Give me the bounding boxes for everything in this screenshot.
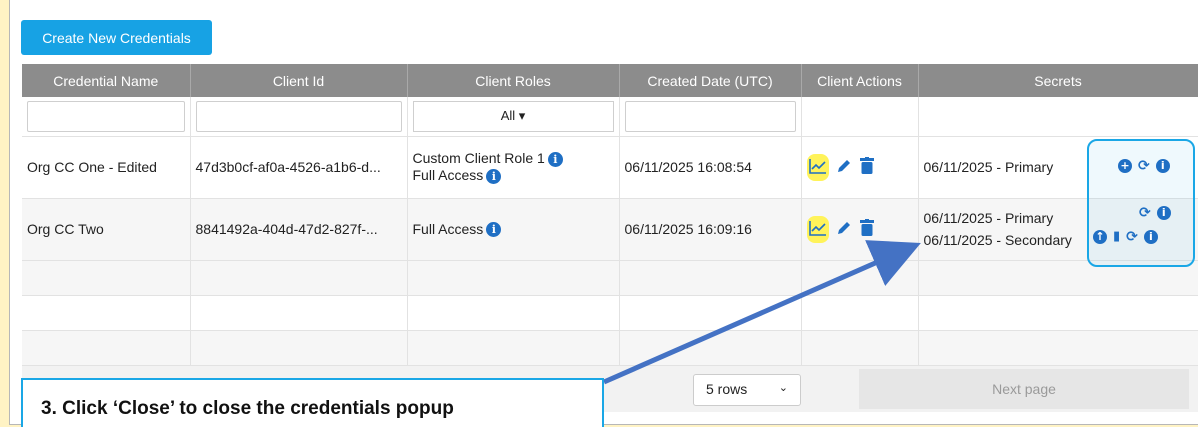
secret-label: 06/11/2025 - Secondary: [923, 232, 1072, 248]
table-row: Org CC One - Edited 47d3b0cf-af0a-4526-a…: [22, 136, 1198, 199]
client-id-cell: 47d3b0cf-af0a-4526-a1b6-d...: [190, 136, 408, 199]
filter-row: All ▾: [22, 97, 1198, 137]
edit-pencil-icon[interactable]: [836, 220, 852, 239]
secret-label: 06/11/2025 - Primary: [923, 159, 1054, 175]
empty-row: [22, 260, 1198, 296]
header-client-id[interactable]: Client Id: [190, 64, 408, 97]
roles-filter-value: All: [500, 108, 516, 124]
header-created-date[interactable]: Created Date (UTC): [619, 64, 802, 97]
table-header-row: Credential Name Client Id Client Roles C…: [22, 64, 1198, 97]
credential-name-cell: Org CC One - Edited: [22, 136, 191, 199]
edit-pencil-icon[interactable]: [836, 158, 852, 177]
refresh-icon[interactable]: ⟳: [1138, 158, 1150, 174]
info-icon[interactable]: i: [1143, 229, 1158, 244]
client-id-cell: 8841492a-404d-47d2-827f-...: [190, 198, 408, 261]
credentials-table: Credential Name Client Id Client Roles C…: [22, 64, 1198, 366]
delete-trash-icon[interactable]: [860, 219, 875, 239]
refresh-icon[interactable]: ⟳: [1126, 229, 1138, 245]
next-page-button[interactable]: Next page: [859, 369, 1189, 409]
header-client-actions: Client Actions: [801, 64, 919, 97]
role-label: Full Access: [412, 220, 484, 237]
callout-text: 3. Click ‘Close’ to close the credential…: [41, 398, 454, 419]
upgrade-secret-icon[interactable]: ↑: [1093, 229, 1107, 244]
chart-icon[interactable]: [806, 153, 829, 181]
info-icon[interactable]: i: [547, 151, 563, 167]
created-date-cell: 06/11/2025 16:09:16: [619, 198, 802, 261]
client-roles-cell: Custom Client Role 1i Full Access i: [407, 136, 620, 199]
secret-label: 06/11/2025 - Primary: [923, 210, 1054, 226]
client-actions-cell: [801, 198, 919, 261]
secret-actions-row1: + ⟳ i: [1112, 157, 1170, 175]
info-icon[interactable]: i: [486, 168, 502, 184]
chevron-down-icon: ⌄: [778, 382, 788, 394]
empty-row: [22, 330, 1198, 366]
empty-row: [22, 295, 1198, 331]
create-credentials-button[interactable]: Create New Credentials: [21, 20, 212, 55]
secret-actions-row2: ⟳ i: [1133, 204, 1171, 222]
delete-trash-icon[interactable]: ▮: [1113, 229, 1120, 244]
header-credential-name[interactable]: Credential Name: [22, 64, 191, 97]
instruction-callout: 3. Click ‘Close’ to close the credential…: [21, 378, 604, 427]
roles-filter-dropdown[interactable]: All ▾: [412, 100, 614, 132]
client-roles-cell: Full Access i: [407, 198, 620, 261]
info-icon[interactable]: i: [1156, 205, 1171, 220]
chart-icon[interactable]: [806, 215, 829, 243]
filter-created-input[interactable]: [624, 100, 796, 132]
add-secret-icon[interactable]: +: [1118, 158, 1132, 173]
header-secrets: Secrets: [918, 64, 1198, 97]
filter-name-input[interactable]: [27, 100, 185, 132]
filter-client-id-input[interactable]: [195, 100, 402, 132]
refresh-icon[interactable]: ⟳: [1139, 205, 1151, 221]
credential-name-cell: Org CC Two: [22, 198, 191, 261]
info-icon[interactable]: i: [1155, 158, 1170, 173]
rows-per-page-value: 5 rows: [706, 381, 748, 397]
role-label: Custom Client Role 1: [412, 150, 545, 166]
table-row: Org CC Two 8841492a-404d-47d2-827f-... F…: [22, 198, 1198, 261]
delete-trash-icon[interactable]: [860, 157, 875, 177]
header-client-roles[interactable]: Client Roles: [407, 64, 620, 97]
secret-actions-row3: ↑ ▮ ⟳ i: [1087, 228, 1158, 246]
role-label: Full Access: [412, 167, 484, 183]
created-date-cell: 06/11/2025 16:08:54: [619, 136, 802, 199]
info-icon[interactable]: i: [486, 222, 502, 238]
rows-per-page-select[interactable]: 5 rows ⌄: [693, 374, 801, 406]
client-actions-cell: [801, 136, 919, 199]
